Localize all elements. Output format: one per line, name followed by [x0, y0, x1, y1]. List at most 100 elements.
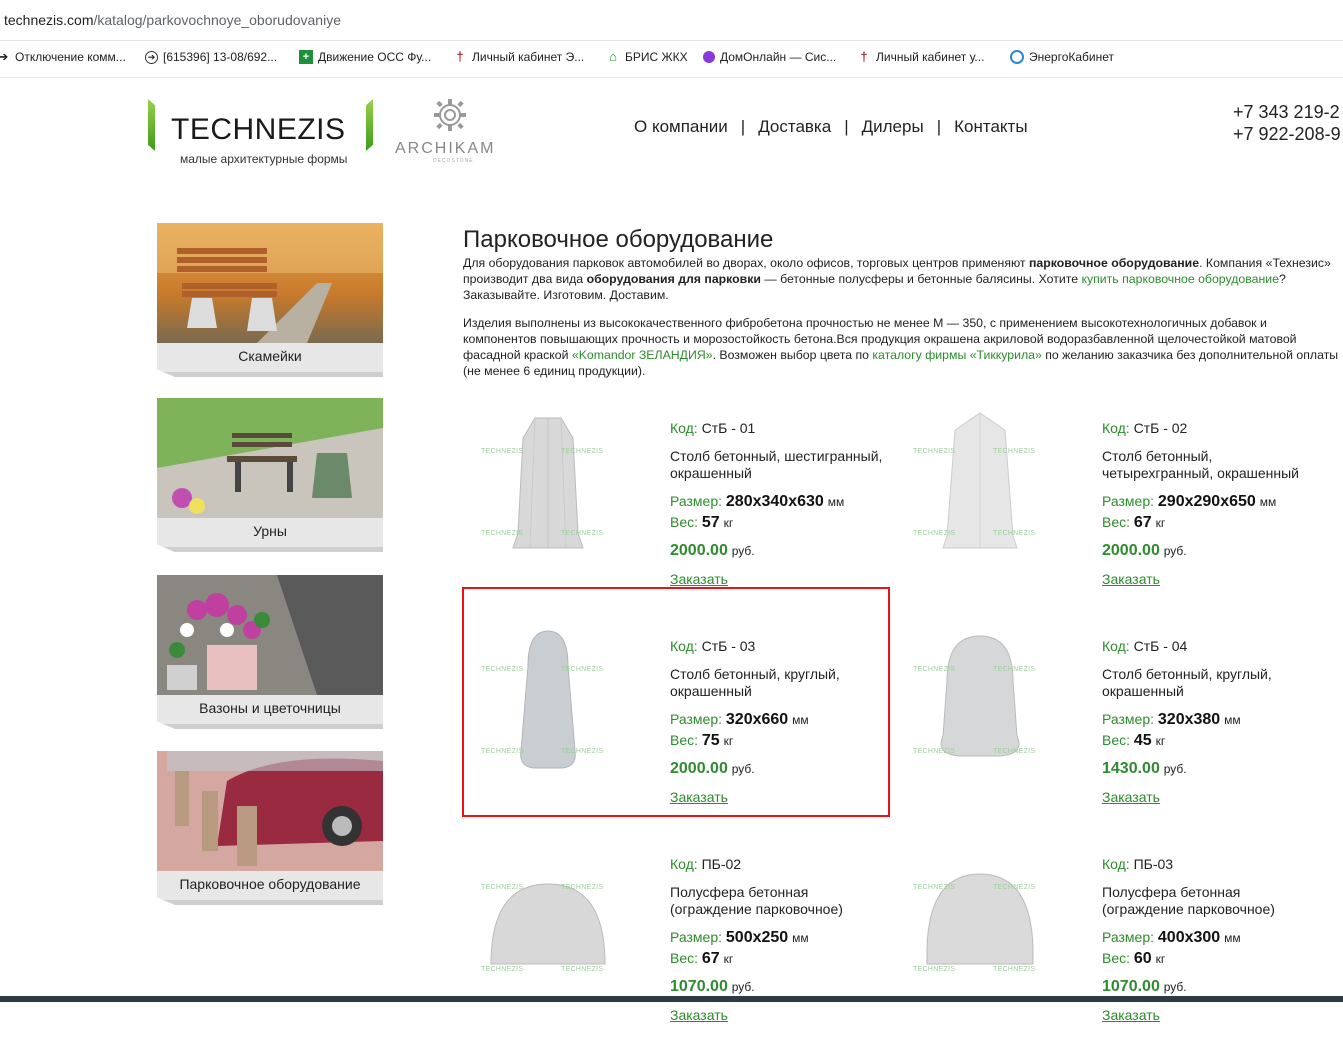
product-size: Размер: 400x300 мм — [1102, 929, 1241, 946]
logo-bar-right — [366, 99, 373, 151]
order-link[interactable]: Заказать — [1102, 789, 1160, 805]
order-link[interactable]: Заказать — [670, 571, 728, 587]
watermark: TECHNEZIS — [561, 966, 604, 973]
order-link[interactable]: Заказать — [1102, 1007, 1160, 1023]
product-price: 1430.00 руб. — [1102, 760, 1187, 777]
logo-name: TECHNEZIS — [171, 113, 346, 146]
product-image[interactable] — [905, 408, 1055, 573]
product-price: 2000.00 руб. — [670, 542, 755, 559]
arrow-circle-icon: ➔ — [0, 49, 9, 64]
product-code: Код: ПБ-03 — [1102, 856, 1174, 872]
watermark: TECHNEZIS — [993, 530, 1036, 537]
intro-paragraph-1: Для оборудования парковок автомобилей во… — [463, 256, 1331, 302]
product-price: 1070.00 руб. — [670, 978, 755, 995]
watermark: TECHNEZIS — [993, 884, 1036, 891]
intro-paragraph-2: Изделия выполнены из высококачественного… — [463, 316, 1339, 378]
product-size: Размер: 290x290x650 мм — [1102, 493, 1277, 510]
url-text[interactable]: technezis.com/katalog/parkovochnoye_obor… — [4, 12, 341, 28]
logo-bar-left — [148, 99, 155, 151]
product-image[interactable] — [905, 626, 1055, 791]
site-logo[interactable]: TECHNEZIS малые архитектурные формы — [148, 99, 373, 169]
green-plus-icon: + — [299, 50, 313, 64]
tikkurila-link[interactable]: каталогу фирмы «Тиккурила» — [872, 348, 1041, 362]
category-parking[interactable]: Парковочное оборудование — [157, 751, 383, 905]
komandor-link[interactable]: «Komandor ЗЕЛАНДИЯ» — [572, 348, 713, 362]
parking-image — [157, 751, 383, 871]
product-description: Столб бетонный, четырехгранный, окрашенн… — [1102, 448, 1300, 481]
bench-image — [157, 223, 383, 343]
product-size: Размер: 320x380 мм — [1102, 711, 1241, 728]
partner-logo[interactable]: ARCHIKAM DECOSTONE — [395, 98, 515, 168]
bookmarks-bar: ➔ Отключение комм... ➔ [615396] 13-08/692.… — [0, 41, 1343, 78]
product-description: Столб бетонный, круглый, окрашенный — [1102, 666, 1272, 699]
urn-image — [157, 398, 383, 518]
order-link[interactable]: Заказать — [1102, 571, 1160, 587]
bookmark-2[interactable]: ➔ [615396] 13-08/692... — [145, 50, 277, 64]
product-weight: Вес: 67 кг — [1102, 514, 1166, 531]
nav-about[interactable]: О компании — [634, 117, 728, 137]
product-weight: Вес: 45 кг — [1102, 732, 1166, 749]
nav-separator: | — [936, 117, 942, 136]
watermark: TECHNEZIS — [913, 666, 956, 673]
product-price: 2000.00 руб. — [1102, 542, 1187, 559]
buy-parking-link[interactable]: купить парковочное оборудование — [1081, 272, 1279, 286]
watermark: TECHNEZIS — [913, 748, 956, 755]
address-bar[interactable]: technezis.com/katalog/parkovochnoye_obor… — [0, 0, 1343, 41]
category-urns[interactable]: Урны — [157, 398, 383, 552]
bookmark-8[interactable]: ЭнергоКабинет — [1010, 50, 1114, 64]
product-card: TECHNEZIS TECHNEZIS TECHNEZIS TECHNEZIS … — [463, 408, 883, 608]
watermark: TECHNEZIS — [913, 884, 956, 891]
logo-subtitle: малые архитектурные формы — [180, 152, 348, 166]
watermark: TECHNEZIS — [561, 530, 604, 537]
product-image[interactable] — [473, 844, 623, 1009]
nav-delivery[interactable]: Доставка — [758, 117, 831, 137]
flowerpot-image — [157, 575, 383, 695]
watermark: TECHNEZIS — [481, 448, 524, 455]
product-weight: Вес: 67 кг — [670, 950, 734, 967]
watermark: TECHNEZIS — [913, 966, 956, 973]
main-nav: О компании | Доставка | Дилеры | Контакты — [634, 117, 1028, 137]
product-weight: Вес: 60 кг — [1102, 950, 1166, 967]
product-card: TECHNEZIS TECHNEZIS TECHNEZIS TECHNEZIS … — [895, 408, 1315, 608]
watermark: TECHNEZIS — [561, 884, 604, 891]
product-card: TECHNEZIS TECHNEZIS TECHNEZIS TECHNEZIS … — [463, 844, 883, 1044]
product-weight: Вес: 57 кг — [670, 514, 734, 531]
gear-icon — [434, 99, 466, 131]
phone-2[interactable]: +7 922-208-9 — [1233, 123, 1341, 145]
arrow-circle-icon: ➔ — [145, 50, 158, 64]
order-link[interactable]: Заказать — [670, 1007, 728, 1023]
blue-swirl-icon — [1010, 50, 1024, 64]
nav-contacts[interactable]: Контакты — [954, 117, 1027, 137]
product-image[interactable] — [905, 844, 1055, 1009]
bookmark-7[interactable]: † Личный кабинет у... — [857, 50, 984, 65]
highlight-box — [462, 587, 890, 817]
product-description: Полусфера бетонная (ограждение парковочн… — [670, 884, 843, 917]
category-label: Вазоны и цветочницы — [157, 695, 383, 729]
product-code: Код: ПБ-02 — [670, 856, 742, 872]
category-label: Парковочное оборудование — [157, 871, 383, 905]
watermark: TECHNEZIS — [481, 530, 524, 537]
partner-tag: DECOSTONE — [433, 158, 474, 164]
product-code: Код: СтБ - 04 — [1102, 638, 1188, 654]
bookmark-1[interactable]: ➔ Отключение комм... — [0, 49, 126, 65]
nav-dealers[interactable]: Дилеры — [862, 117, 924, 137]
bookmark-5[interactable]: ⌂ БРИС ЖКХ — [606, 49, 688, 65]
house-icon: ⌂ — [609, 49, 617, 64]
phone-1[interactable]: +7 343 219-2 — [1233, 101, 1341, 123]
taskbar-edge — [0, 996, 1343, 1002]
watermark: TECHNEZIS — [993, 748, 1036, 755]
bookmark-3[interactable]: + Движение ОСС Фу... — [299, 50, 431, 64]
product-code: Код: СтБ - 01 — [670, 420, 756, 436]
watermark: TECHNEZIS — [993, 448, 1036, 455]
product-description: Полусфера бетонная (ограждение парковочн… — [1102, 884, 1275, 917]
category-benches[interactable]: Скамейки — [157, 223, 383, 377]
watermark: TECHNEZIS — [481, 884, 524, 891]
bookmark-6[interactable]: ДомОнлайн — Сис... — [703, 50, 836, 64]
bookmark-4[interactable]: † Личный кабинет Э... — [453, 50, 584, 65]
category-flowerpots[interactable]: Вазоны и цветочницы — [157, 575, 383, 729]
nav-separator: | — [740, 117, 746, 136]
page-title: Парковочное оборудование — [463, 226, 774, 254]
purple-circle-icon — [703, 51, 715, 63]
category-label: Скамейки — [157, 343, 383, 377]
product-image[interactable] — [473, 408, 623, 573]
